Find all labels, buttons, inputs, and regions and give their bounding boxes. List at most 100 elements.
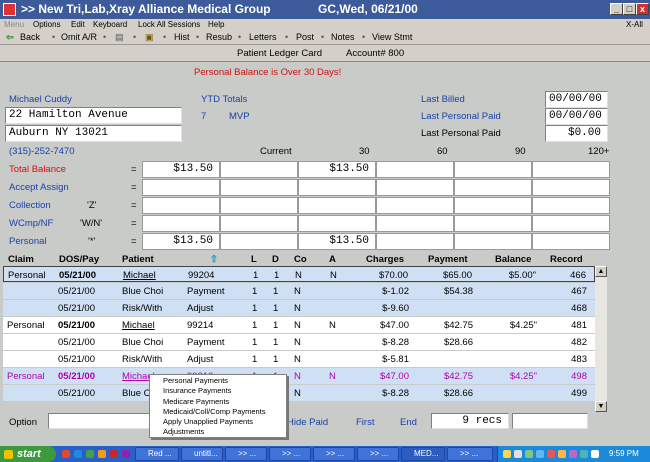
column-header-balance[interactable]: Balance bbox=[495, 254, 531, 265]
balance-aging-cell[interactable] bbox=[376, 179, 454, 196]
column-header-record[interactable]: Record bbox=[550, 254, 583, 265]
menu-keyboard[interactable]: Keyboard bbox=[93, 20, 127, 29]
hide-paid-button[interactable]: Hide Paid bbox=[287, 417, 328, 428]
balance-aging-cell[interactable] bbox=[376, 161, 454, 178]
balance-aging-cell[interactable] bbox=[376, 233, 454, 250]
scroll-thumb[interactable] bbox=[595, 277, 607, 401]
menu-help[interactable]: Help bbox=[208, 20, 224, 29]
grid-scrollbar[interactable]: ▲ ▼ bbox=[595, 266, 607, 412]
tray-icon[interactable] bbox=[558, 450, 566, 458]
last-personal-paid-date-field[interactable]: 00/00/00 bbox=[545, 108, 608, 125]
balance-aging-cell[interactable] bbox=[454, 197, 532, 214]
tray-icon[interactable] bbox=[525, 450, 533, 458]
column-header-l[interactable]: L bbox=[251, 254, 257, 265]
balance-current-cell[interactable]: $13.50 bbox=[142, 161, 220, 178]
balance-aging-cell[interactable] bbox=[376, 197, 454, 214]
balance-aging-cell[interactable] bbox=[532, 179, 610, 196]
balance-aging-cell[interactable] bbox=[376, 215, 454, 232]
tray-icon[interactable] bbox=[514, 450, 522, 458]
balance-30-cell[interactable] bbox=[298, 197, 376, 214]
balance-30-cell[interactable]: $13.50 bbox=[298, 233, 376, 250]
balance-current-cell[interactable] bbox=[142, 215, 220, 232]
table-row[interactable]: 05/21/00 Blue Choi Payment 1 1 N $-8.28 … bbox=[3, 334, 595, 350]
tray-icon[interactable] bbox=[547, 450, 555, 458]
balance-aging-cell[interactable] bbox=[220, 161, 298, 178]
quicklaunch-icon[interactable] bbox=[86, 450, 94, 458]
balance-aging-cell[interactable] bbox=[454, 161, 532, 178]
menu-lock-all-sessions[interactable]: Lock All Sessions bbox=[138, 20, 200, 29]
menu-menu[interactable]: Menu bbox=[4, 20, 24, 29]
menu-item-adjustments[interactable]: Adjustments bbox=[150, 427, 286, 437]
balance-30-cell[interactable] bbox=[298, 179, 376, 196]
column-header-payment[interactable]: Payment bbox=[428, 254, 468, 265]
tray-icon[interactable] bbox=[569, 450, 577, 458]
menu-item-apply-unapplied[interactable]: Apply Unapplied Payments bbox=[150, 417, 286, 427]
end-button[interactable]: End bbox=[400, 417, 417, 428]
column-header-d[interactable]: D bbox=[272, 254, 279, 265]
quicklaunch-icon[interactable] bbox=[122, 450, 130, 458]
menu-item-medicaid-payments[interactable]: Medicaid/Coll/Comp Payments bbox=[150, 407, 286, 417]
option-input[interactable] bbox=[48, 413, 150, 429]
table-row[interactable]: Personal 05/21/00 Michael 99204 1 1 N N … bbox=[3, 266, 595, 282]
table-row[interactable]: Personal 05/21/00 Michael 99214 1 1 N N … bbox=[3, 317, 595, 333]
column-header-patient[interactable]: Patient bbox=[122, 254, 154, 265]
balance-30-cell[interactable] bbox=[298, 215, 376, 232]
balance-aging-cell[interactable] bbox=[532, 233, 610, 250]
balance-aging-cell[interactable] bbox=[220, 179, 298, 196]
taskbar-button[interactable]: MED... bbox=[401, 447, 445, 461]
resub-button[interactable]: Resub bbox=[206, 32, 232, 42]
balance-current-cell[interactable] bbox=[142, 179, 220, 196]
balance-aging-cell[interactable] bbox=[454, 233, 532, 250]
balance-current-cell[interactable]: $13.50 bbox=[142, 233, 220, 250]
column-header-charges[interactable]: Charges bbox=[366, 254, 404, 265]
last-personal-paid-amount-field[interactable]: $0.00 bbox=[545, 125, 608, 142]
back-button[interactable]: Back bbox=[20, 32, 40, 42]
menu-options[interactable]: Options bbox=[33, 20, 61, 29]
post-button[interactable]: Post bbox=[296, 32, 314, 42]
menu-item-medicare-payments[interactable]: Medicare Payments bbox=[150, 397, 286, 407]
omit-ar-button[interactable]: Omit A/R bbox=[61, 32, 97, 42]
taskbar-button[interactable]: >> ... bbox=[447, 447, 493, 461]
taskbar-button[interactable]: Red ... bbox=[135, 447, 179, 461]
address-line2-field[interactable]: Auburn NY 13021 bbox=[5, 125, 182, 142]
quicklaunch-icon[interactable] bbox=[98, 450, 106, 458]
address-line1-field[interactable]: 22 Hamilton Avenue bbox=[5, 107, 182, 124]
balance-aging-cell[interactable] bbox=[532, 197, 610, 214]
calculator-icon[interactable]: ▣ bbox=[145, 32, 154, 43]
taskbar-button[interactable]: >> ... bbox=[357, 447, 399, 461]
view-stmt-button[interactable]: View Stmt bbox=[372, 32, 412, 42]
table-row[interactable]: 05/21/00 Blue Choi Payment 1 1 N $-1.02 … bbox=[3, 283, 595, 299]
taskbar-button[interactable]: untitl... bbox=[181, 447, 223, 461]
bottom-extra-field[interactable] bbox=[512, 413, 588, 429]
tray-icon[interactable] bbox=[580, 450, 588, 458]
printer-icon[interactable]: ▤ bbox=[115, 32, 124, 43]
tray-icon[interactable] bbox=[591, 450, 599, 458]
balance-aging-cell[interactable] bbox=[220, 233, 298, 250]
balance-30-cell[interactable]: $13.50 bbox=[298, 161, 376, 178]
balance-aging-cell[interactable] bbox=[454, 215, 532, 232]
menu-item-personal-payments[interactable]: Personal Payments bbox=[150, 376, 286, 386]
column-header-claim[interactable]: Claim bbox=[8, 254, 34, 265]
balance-aging-cell[interactable] bbox=[532, 161, 610, 178]
title-bar[interactable]: >> New Tri,Lab,Xray Alliance Medical Gro… bbox=[0, 0, 650, 19]
menu-x-all[interactable]: X-All bbox=[626, 20, 643, 29]
balance-aging-cell[interactable] bbox=[454, 179, 532, 196]
letters-button[interactable]: Letters bbox=[249, 32, 277, 42]
sort-arrow-icon[interactable]: ⇧ bbox=[210, 254, 218, 265]
column-header-co[interactable]: Co bbox=[294, 254, 307, 265]
quicklaunch-icon[interactable] bbox=[110, 450, 118, 458]
table-row[interactable]: 05/21/00 Blue C N $-8.28 $28.66 499 bbox=[3, 385, 595, 401]
table-row[interactable]: 05/21/00 Risk/With Adjust 1 1 N $-5.81 4… bbox=[3, 351, 595, 367]
table-row[interactable]: Personal 05/21/00 Michael 99213 1 1 N N … bbox=[3, 368, 595, 384]
balance-aging-cell[interactable] bbox=[220, 197, 298, 214]
last-billed-field[interactable]: 00/00/00 bbox=[545, 91, 608, 108]
first-button[interactable]: First bbox=[356, 417, 374, 428]
scroll-up-icon[interactable]: ▲ bbox=[595, 266, 607, 277]
start-button[interactable]: start bbox=[0, 446, 56, 462]
taskbar-button[interactable]: >> ... bbox=[313, 447, 355, 461]
quicklaunch-icon[interactable] bbox=[74, 450, 82, 458]
notes-button[interactable]: Notes bbox=[331, 32, 355, 42]
menu-item-insurance-payments[interactable]: Insurance Payments bbox=[150, 386, 286, 396]
tray-icon[interactable] bbox=[536, 450, 544, 458]
balance-aging-cell[interactable] bbox=[220, 215, 298, 232]
